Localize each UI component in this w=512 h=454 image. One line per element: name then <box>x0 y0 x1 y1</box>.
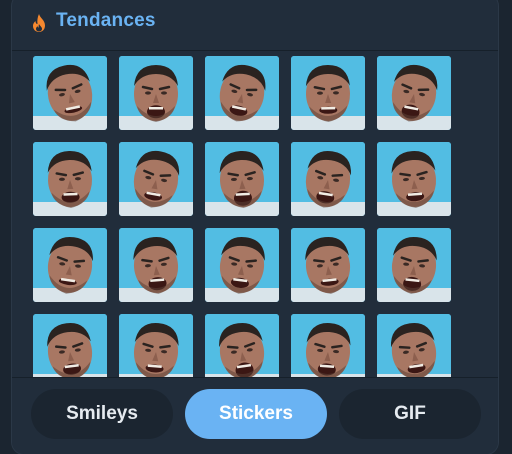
sticker-thumbnail[interactable] <box>291 228 365 302</box>
sticker-thumbnail[interactable] <box>119 314 193 377</box>
sticker-thumbnail[interactable] <box>291 56 365 130</box>
sticker-thumbnail[interactable] <box>33 228 107 302</box>
fire-icon <box>33 14 45 32</box>
section-title: Tendances <box>56 10 156 31</box>
bottom-tab-bar: Smileys Stickers GIF <box>12 377 498 454</box>
sticker-thumbnail[interactable] <box>377 142 451 216</box>
sticker-panel: Tendances Smileys Stickers GIF <box>12 0 498 454</box>
tab-stickers[interactable]: Stickers <box>185 389 327 439</box>
tab-smileys-label: Smileys <box>66 403 138 424</box>
tab-smileys[interactable]: Smileys <box>31 389 173 439</box>
trending-header: Tendances <box>12 0 498 51</box>
sticker-thumbnail[interactable] <box>33 56 107 130</box>
tab-stickers-label: Stickers <box>219 403 293 424</box>
sticker-thumbnail[interactable] <box>377 228 451 302</box>
sticker-thumbnail[interactable] <box>205 314 279 377</box>
sticker-thumbnail[interactable] <box>377 314 451 377</box>
sticker-thumbnail[interactable] <box>291 142 365 216</box>
sticker-thumbnail[interactable] <box>205 142 279 216</box>
sticker-thumbnail[interactable] <box>291 314 365 377</box>
sticker-thumbnail[interactable] <box>377 56 451 130</box>
sticker-grid <box>12 51 498 377</box>
tab-gif-label: GIF <box>394 403 426 424</box>
sticker-thumbnail[interactable] <box>119 56 193 130</box>
sticker-thumbnail[interactable] <box>205 56 279 130</box>
sticker-thumbnail[interactable] <box>33 142 107 216</box>
sticker-thumbnail[interactable] <box>33 314 107 377</box>
sticker-thumbnail[interactable] <box>119 142 193 216</box>
sticker-thumbnail[interactable] <box>119 228 193 302</box>
sticker-thumbnail[interactable] <box>205 228 279 302</box>
tab-gif[interactable]: GIF <box>339 389 481 439</box>
